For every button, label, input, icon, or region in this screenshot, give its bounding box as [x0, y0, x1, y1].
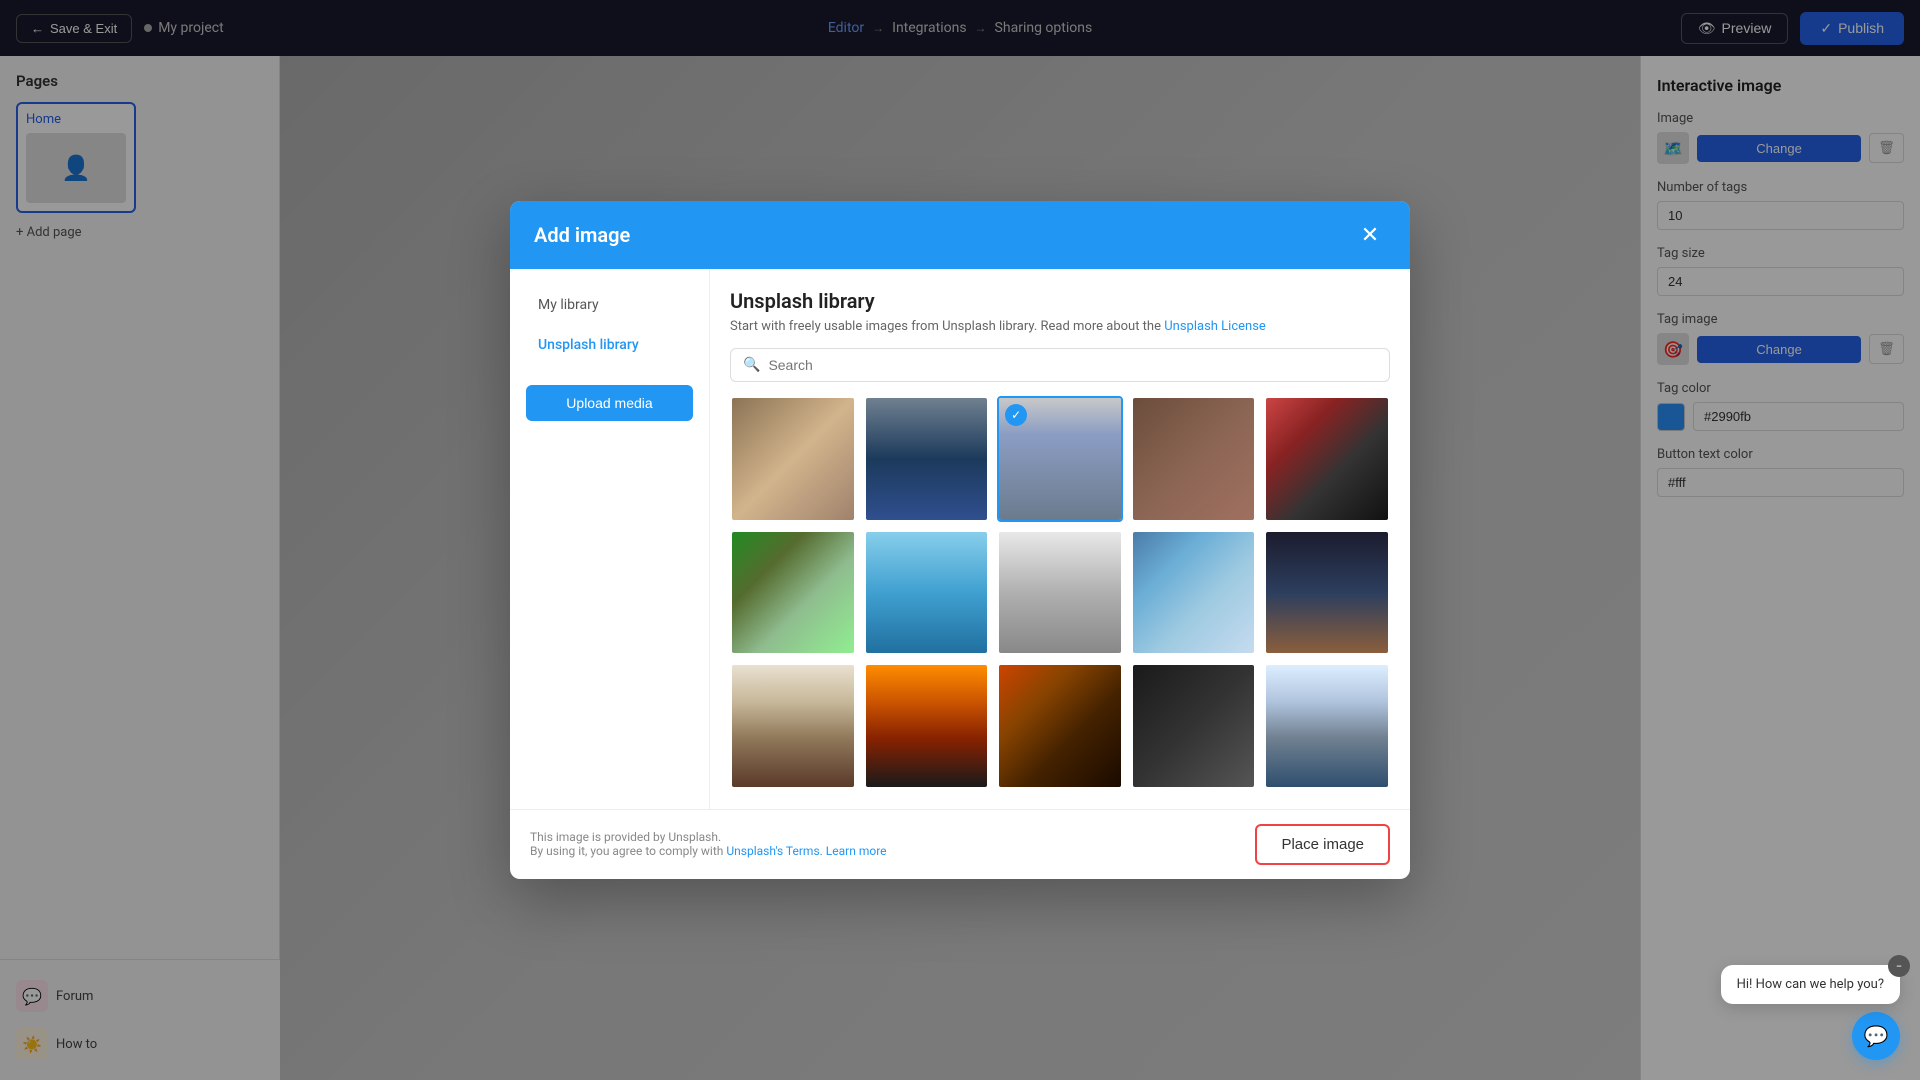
search-input[interactable] — [768, 357, 1377, 373]
unsplash-desc: Start with freely usable images from Uns… — [730, 319, 1390, 334]
footer-text-1: This image is provided by Unsplash. — [530, 830, 721, 844]
unsplash-library-title: Unsplash library — [730, 289, 1390, 313]
chat-widget: − Hi! How can we help you? 💬 — [1721, 965, 1900, 1060]
chat-message: Hi! How can we help you? — [1737, 977, 1884, 992]
add-image-modal: Add image ✕ My library Unsplash library … — [510, 201, 1410, 879]
search-bar: 🔍 — [730, 348, 1390, 382]
image-cell-14[interactable] — [1131, 663, 1257, 789]
learn-more-label: Learn more — [826, 844, 887, 858]
image-cell-2[interactable] — [864, 396, 990, 522]
footer-text-2: By using it, you agree to comply with — [530, 844, 723, 858]
modal-nav-my-library[interactable]: My library — [526, 289, 693, 321]
image-cell-13[interactable] — [997, 663, 1123, 789]
unsplash-license-link[interactable]: Unsplash License — [1164, 319, 1266, 334]
footer-info: This image is provided by Unsplash. By u… — [530, 830, 887, 858]
search-icon: 🔍 — [743, 357, 760, 373]
modal-body: My library Unsplash library Upload media… — [510, 269, 1410, 809]
image-cell-1[interactable] — [730, 396, 856, 522]
modal-title: Add image — [534, 223, 630, 247]
image-cell-7[interactable] — [864, 530, 990, 656]
modal-nav: My library Unsplash library Upload media — [510, 269, 710, 809]
modal-nav-unsplash-library[interactable]: Unsplash library — [526, 329, 693, 361]
image-cell-11[interactable] — [730, 663, 856, 789]
upload-media-button[interactable]: Upload media — [526, 385, 693, 421]
image-cell-6[interactable] — [730, 530, 856, 656]
image-cell-9[interactable] — [1131, 530, 1257, 656]
image-cell-3[interactable]: ✓ — [997, 396, 1123, 522]
chat-icon: 💬 — [1864, 1024, 1889, 1048]
modal-header: Add image ✕ — [510, 201, 1410, 269]
place-image-button[interactable]: Place image — [1255, 824, 1390, 865]
learn-more-link[interactable]: Learn more — [826, 844, 887, 858]
unsplash-license-label: Unsplash License — [1164, 319, 1266, 334]
modal-overlay[interactable]: Add image ✕ My library Unsplash library … — [0, 0, 1920, 1080]
image-cell-10[interactable] — [1264, 530, 1390, 656]
chat-open-button[interactable]: 💬 — [1852, 1012, 1900, 1060]
chat-bubble: − Hi! How can we help you? — [1721, 965, 1900, 1004]
modal-main-content: Unsplash library Start with freely usabl… — [710, 269, 1410, 809]
image-cell-12[interactable] — [864, 663, 990, 789]
modal-close-button[interactable]: ✕ — [1354, 219, 1386, 251]
unsplash-terms-label: Unsplash's Terms. — [726, 844, 822, 858]
modal-footer: This image is provided by Unsplash. By u… — [510, 809, 1410, 879]
image-cell-15[interactable] — [1264, 663, 1390, 789]
image-cell-4[interactable] — [1131, 396, 1257, 522]
image-cell-8[interactable] — [997, 530, 1123, 656]
unsplash-terms-link[interactable]: Unsplash's Terms. — [726, 844, 822, 858]
image-cell-5[interactable] — [1264, 396, 1390, 522]
desc-text: Start with freely usable images from Uns… — [730, 319, 1161, 334]
chat-minimize-button[interactable]: − — [1888, 955, 1910, 977]
image-grid: ✓ — [730, 396, 1390, 789]
